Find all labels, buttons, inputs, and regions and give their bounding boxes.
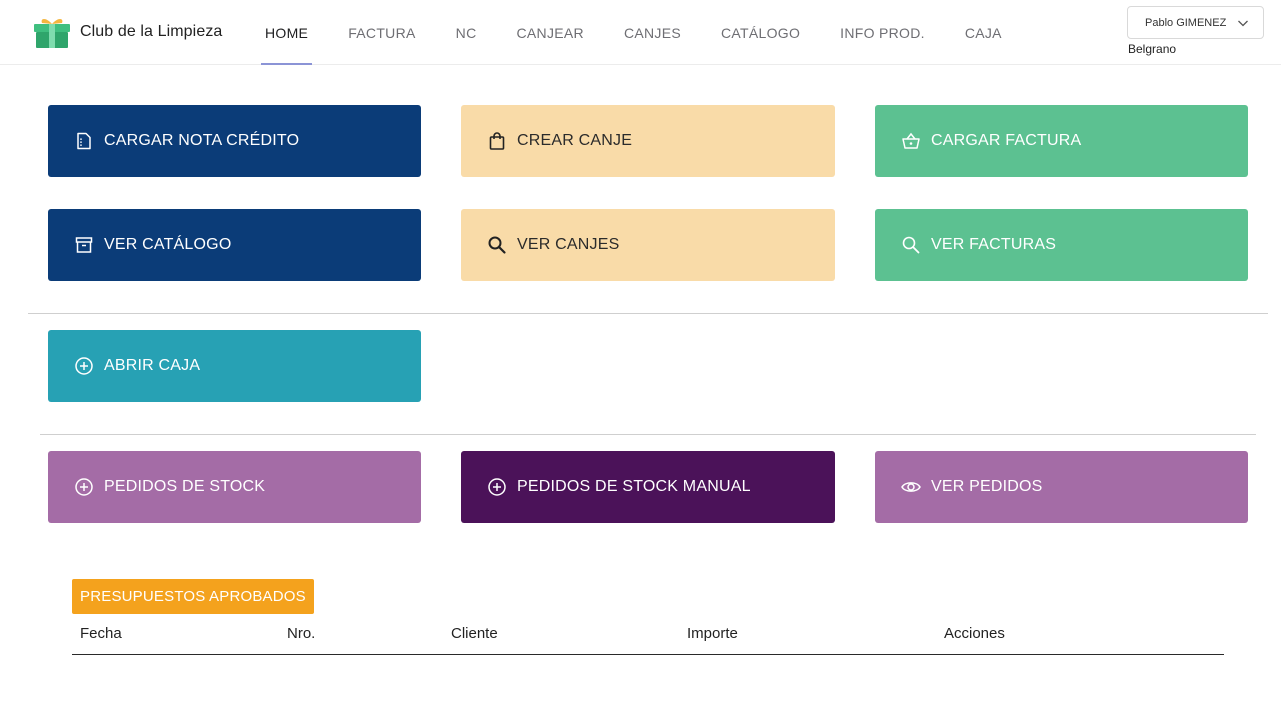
gift-icon bbox=[32, 15, 72, 49]
presupuestos-aprobados-badge: PRESUPUESTOS APROBADOS bbox=[72, 579, 314, 614]
brand[interactable]: Club de la Limpieza bbox=[32, 15, 222, 49]
cargar-factura-button[interactable]: CARGAR FACTURA bbox=[875, 105, 1248, 177]
section-divider bbox=[40, 434, 1256, 435]
column-header-fecha[interactable]: Fecha bbox=[80, 625, 122, 642]
basket-icon bbox=[901, 131, 921, 151]
tab-catalogo[interactable]: CATÁLOGO bbox=[701, 0, 820, 65]
shopping-bag-icon bbox=[487, 131, 507, 151]
top-header: Club de la Limpieza HOME FACTURA NC CANJ… bbox=[0, 0, 1281, 65]
tab-info-prod[interactable]: INFO PROD. bbox=[820, 0, 945, 65]
branch-label: Belgrano bbox=[1128, 42, 1177, 56]
cargar-nota-credito-button[interactable]: CARGAR NOTA CRÉDITO bbox=[48, 105, 421, 177]
search-icon bbox=[901, 235, 921, 255]
ver-facturas-label: VER FACTURAS bbox=[931, 236, 1057, 253]
section-divider bbox=[28, 313, 1268, 314]
cargar-nota-credito-label: CARGAR NOTA CRÉDITO bbox=[104, 132, 300, 149]
cargar-factura-label: CARGAR FACTURA bbox=[931, 132, 1082, 149]
presupuestos-table-header: Fecha Nro. Cliente Importe Acciones bbox=[72, 615, 1224, 655]
tab-canjear[interactable]: CANJEAR bbox=[496, 0, 603, 65]
pedidos-stock-button[interactable]: PEDIDOS DE STOCK bbox=[48, 451, 421, 523]
crear-canje-button[interactable]: CREAR CANJE bbox=[461, 105, 835, 177]
plus-circle-icon bbox=[74, 356, 94, 376]
tab-caja[interactable]: CAJA bbox=[945, 0, 1022, 65]
archive-icon bbox=[74, 235, 94, 255]
main-nav: HOME FACTURA NC CANJEAR CANJES CATÁLOGO … bbox=[245, 0, 1022, 65]
pedidos-stock-manual-label: PEDIDOS DE STOCK MANUAL bbox=[517, 478, 751, 495]
ver-catalogo-label: VER CATÁLOGO bbox=[104, 236, 232, 253]
user-select[interactable]: Pablo GIMENEZ bbox=[1127, 6, 1264, 39]
ver-pedidos-button[interactable]: VER PEDIDOS bbox=[875, 451, 1248, 523]
tab-nc[interactable]: NC bbox=[436, 0, 497, 65]
tab-canjes[interactable]: CANJES bbox=[604, 0, 701, 65]
tab-factura[interactable]: FACTURA bbox=[328, 0, 435, 65]
pedidos-stock-label: PEDIDOS DE STOCK bbox=[104, 478, 266, 495]
document-icon bbox=[74, 131, 94, 151]
eye-icon bbox=[901, 477, 921, 497]
abrir-caja-button[interactable]: ABRIR CAJA bbox=[48, 330, 421, 402]
column-header-importe[interactable]: Importe bbox=[687, 625, 738, 642]
column-header-acciones[interactable]: Acciones bbox=[944, 625, 1005, 642]
plus-circle-icon bbox=[74, 477, 94, 497]
ver-catalogo-button[interactable]: VER CATÁLOGO bbox=[48, 209, 421, 281]
ver-canjes-label: VER CANJES bbox=[517, 236, 620, 253]
pedidos-stock-manual-button[interactable]: PEDIDOS DE STOCK MANUAL bbox=[461, 451, 835, 523]
ver-canjes-button[interactable]: VER CANJES bbox=[461, 209, 835, 281]
user-select-value: Pablo GIMENEZ bbox=[1145, 16, 1227, 29]
ver-pedidos-label: VER PEDIDOS bbox=[931, 478, 1043, 495]
plus-circle-icon bbox=[487, 477, 507, 497]
search-icon bbox=[487, 235, 507, 255]
tab-home[interactable]: HOME bbox=[245, 0, 328, 65]
column-header-cliente[interactable]: Cliente bbox=[451, 625, 498, 642]
abrir-caja-label: ABRIR CAJA bbox=[104, 357, 201, 374]
column-header-nro[interactable]: Nro. bbox=[287, 625, 315, 642]
crear-canje-label: CREAR CANJE bbox=[517, 132, 633, 149]
brand-name: Club de la Limpieza bbox=[80, 23, 223, 40]
ver-facturas-button[interactable]: VER FACTURAS bbox=[875, 209, 1248, 281]
